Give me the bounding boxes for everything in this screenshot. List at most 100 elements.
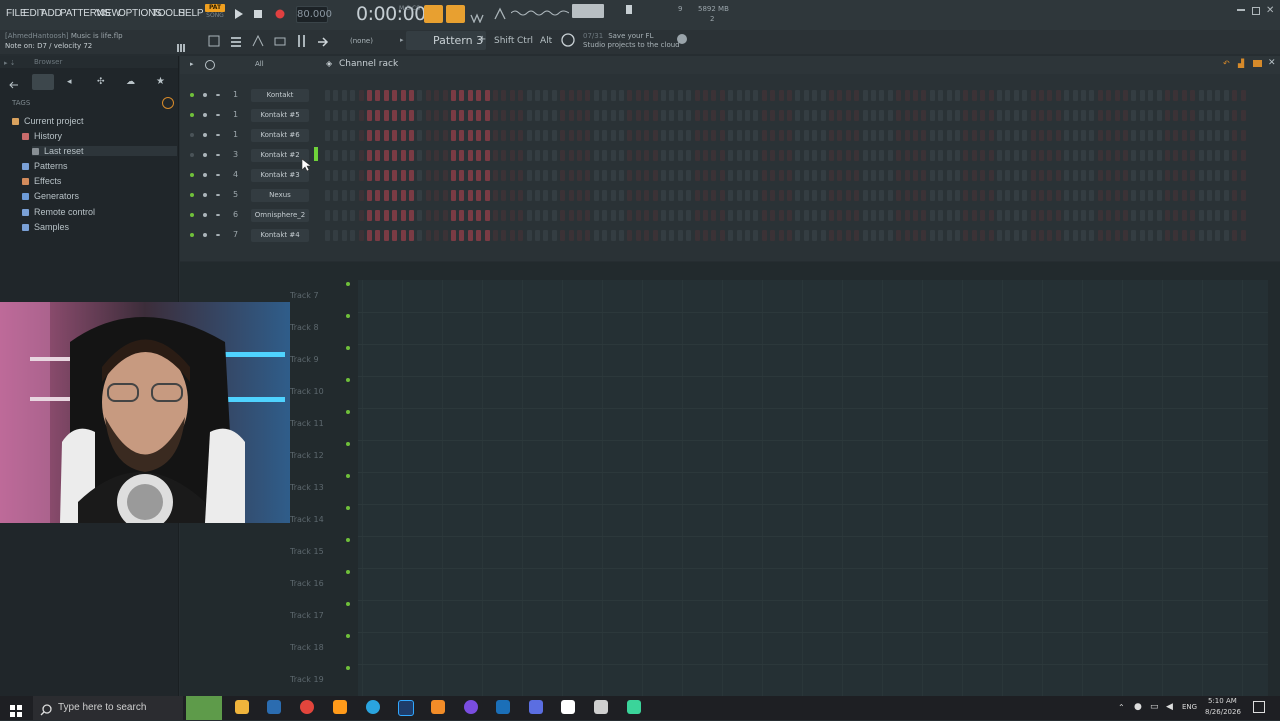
channel-mute-led[interactable] — [190, 173, 194, 177]
step-button[interactable] — [879, 230, 885, 241]
step-button[interactable] — [383, 230, 389, 241]
step-button[interactable] — [1148, 110, 1154, 121]
step-button[interactable] — [434, 210, 440, 221]
step-button[interactable] — [1156, 210, 1162, 221]
step-button[interactable] — [677, 170, 683, 181]
track-header[interactable]: Track 12 — [290, 451, 324, 460]
step-button[interactable] — [887, 230, 893, 241]
step-button[interactable] — [501, 170, 507, 181]
step-button[interactable] — [509, 230, 515, 241]
pat-song-toggle[interactable]: PAT SONG — [205, 4, 225, 22]
step-button[interactable] — [644, 210, 650, 221]
step-button[interactable] — [745, 190, 750, 201]
step-button[interactable] — [476, 230, 482, 241]
step-button[interactable] — [980, 130, 986, 141]
step-button[interactable] — [963, 210, 969, 221]
step-button[interactable] — [543, 210, 549, 221]
step-button[interactable] — [971, 170, 977, 181]
step-button[interactable] — [913, 90, 918, 101]
step-button[interactable] — [669, 150, 675, 161]
step-button[interactable] — [1131, 210, 1137, 221]
step-button[interactable] — [661, 90, 666, 101]
step-button[interactable] — [1198, 210, 1204, 221]
step-button[interactable] — [467, 90, 473, 101]
step-button[interactable] — [367, 210, 372, 221]
obs-icon[interactable] — [464, 700, 478, 714]
step-button[interactable] — [971, 130, 977, 141]
step-button[interactable] — [644, 170, 650, 181]
step-button[interactable] — [1030, 90, 1036, 101]
step-button[interactable] — [988, 170, 994, 181]
step-button[interactable] — [703, 130, 708, 141]
step-button[interactable] — [341, 130, 347, 141]
step-button[interactable] — [753, 150, 759, 161]
step-button[interactable] — [862, 90, 868, 101]
step-button[interactable] — [1013, 150, 1019, 161]
step-button[interactable] — [451, 230, 456, 241]
step-button[interactable] — [425, 190, 431, 201]
step-button[interactable] — [484, 90, 490, 101]
step-button[interactable] — [358, 230, 364, 241]
step-button[interactable] — [375, 150, 381, 161]
step-button[interactable] — [652, 190, 658, 201]
ctrl-key[interactable]: Ctrl — [517, 36, 533, 46]
step-button[interactable] — [535, 130, 540, 141]
step-button[interactable] — [619, 190, 624, 201]
step-button[interactable] — [551, 170, 557, 181]
step-button[interactable] — [644, 230, 650, 241]
rack-options-icon[interactable]: ▸ — [190, 60, 194, 68]
channel-volume-knob[interactable] — [216, 134, 220, 136]
step-button[interactable] — [1030, 150, 1036, 161]
step-button[interactable] — [854, 90, 860, 101]
step-button[interactable] — [593, 190, 599, 201]
step-button[interactable] — [1148, 190, 1154, 201]
step-button[interactable] — [803, 110, 809, 121]
step-button[interactable] — [929, 190, 935, 201]
step-button[interactable] — [409, 150, 414, 161]
step-button[interactable] — [787, 110, 792, 121]
step-button[interactable] — [375, 210, 381, 221]
step-button[interactable] — [585, 90, 591, 101]
step-button[interactable] — [963, 170, 969, 181]
step-button[interactable] — [509, 150, 515, 161]
step-button[interactable] — [610, 210, 616, 221]
step-button[interactable] — [467, 130, 473, 141]
step-button[interactable] — [1156, 150, 1162, 161]
step-button[interactable] — [593, 230, 599, 241]
step-button[interactable] — [1198, 130, 1204, 141]
step-button[interactable] — [812, 150, 818, 161]
step-button[interactable] — [938, 90, 944, 101]
step-button[interactable] — [1106, 170, 1112, 181]
step-button[interactable] — [627, 150, 633, 161]
step-button[interactable] — [484, 230, 490, 241]
step-button[interactable] — [1198, 230, 1204, 241]
track-header[interactable]: Track 8 — [290, 323, 319, 332]
step-button[interactable] — [862, 150, 868, 161]
step-button[interactable] — [1097, 110, 1103, 121]
step-button[interactable] — [333, 130, 339, 141]
step-button[interactable] — [459, 110, 465, 121]
step-button[interactable] — [635, 230, 641, 241]
step-button[interactable] — [1055, 130, 1061, 141]
step-button[interactable] — [493, 130, 498, 141]
step-button[interactable] — [787, 210, 792, 221]
step-button[interactable] — [409, 210, 414, 221]
step-button[interactable] — [593, 110, 599, 121]
step-button[interactable] — [434, 230, 440, 241]
step-button[interactable] — [467, 230, 473, 241]
step-button[interactable] — [686, 150, 692, 161]
alt-key[interactable]: Alt — [540, 36, 552, 46]
step-button[interactable] — [350, 90, 356, 101]
step-button[interactable] — [476, 110, 482, 121]
arrow-right-icon[interactable] — [316, 34, 330, 48]
step-button[interactable] — [728, 90, 734, 101]
step-button[interactable] — [719, 170, 725, 181]
step-button[interactable] — [677, 90, 683, 101]
step-button[interactable] — [1030, 110, 1036, 121]
step-button[interactable] — [711, 230, 717, 241]
step-button[interactable] — [711, 170, 717, 181]
step-button[interactable] — [509, 90, 515, 101]
step-button[interactable] — [1013, 210, 1019, 221]
step-button[interactable] — [333, 150, 339, 161]
step-button[interactable] — [1081, 90, 1086, 101]
